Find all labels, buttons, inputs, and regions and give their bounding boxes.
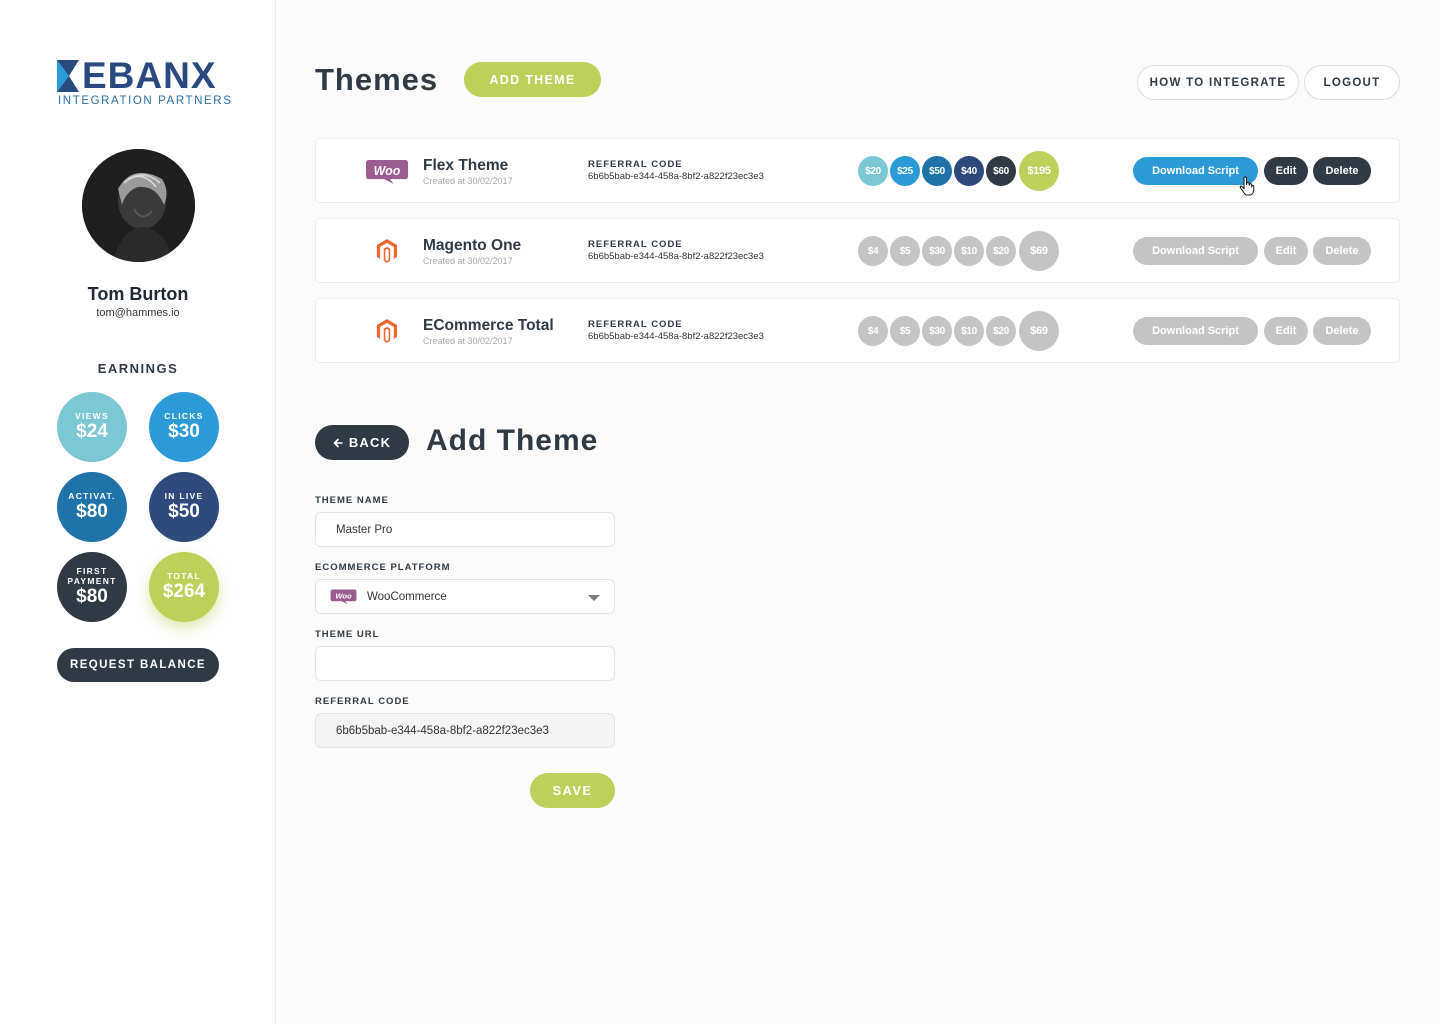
theme-card: ECommerce Total Created at 30/02/2017 RE… <box>315 298 1400 363</box>
ebanx-logo-mark-icon <box>57 60 79 92</box>
earning-clicks: CLICKS $30 <box>149 392 219 462</box>
earning-chip: $60 <box>986 156 1016 186</box>
theme-name: Flex Theme <box>423 157 509 174</box>
download-script-button[interactable]: Download Script <box>1133 237 1258 265</box>
logout-button[interactable]: LOGOUT <box>1304 65 1400 100</box>
earning-chip: $30 <box>922 316 952 346</box>
theme-name: Magento One <box>423 237 522 254</box>
add-theme-button[interactable]: ADD THEME <box>464 62 601 97</box>
theme-name-value: Master Pro <box>336 523 393 536</box>
how-to-integrate-button[interactable]: HOW TO INTEGRATE <box>1137 65 1299 100</box>
earning-first-payment: FIRST PAYMENT $80 <box>57 552 127 622</box>
save-button[interactable]: SAVE <box>530 773 615 808</box>
earning-views: VIEWS $24 <box>57 392 127 462</box>
earning-activations: ACTIVAT. $80 <box>57 472 127 542</box>
hand-cursor-icon <box>1239 176 1255 196</box>
earning-chip: $20 <box>858 156 888 186</box>
theme-card: Woo Flex Theme Created at 30/02/2017 REF… <box>315 138 1400 203</box>
earning-chip-total: $69 <box>1019 231 1059 271</box>
earning-chip: $5 <box>890 316 920 346</box>
brand-subtitle: INTEGRATION PARTNERS <box>58 95 233 107</box>
magento-icon <box>364 235 410 267</box>
download-script-button[interactable]: Download Script <box>1133 317 1258 345</box>
theme-url-input[interactable] <box>315 646 615 681</box>
platform-select[interactable]: Woo WooCommerce <box>315 579 615 614</box>
earning-chip: $40 <box>954 156 984 186</box>
earning-value: $264 <box>162 581 206 602</box>
earning-label: IN LIVE <box>164 491 204 501</box>
theme-name-label: THEME NAME <box>315 495 389 506</box>
svg-text:Woo: Woo <box>335 592 352 601</box>
earning-value: $50 <box>168 501 200 522</box>
theme-url-label: THEME URL <box>315 629 380 640</box>
earning-chip: $10 <box>954 316 984 346</box>
sidebar: EBANX INTEGRATION PARTNERS Tom Burton to… <box>0 0 276 1024</box>
referral-code-label: REFERRAL CODE <box>588 239 683 250</box>
magento-icon <box>364 315 410 347</box>
referral-code-value: 6b6b5bab-e344-458a-8bf2-a822f23ec3e3 <box>588 331 764 342</box>
theme-name: ECommerce Total <box>423 317 554 334</box>
earning-chip: $20 <box>986 236 1016 266</box>
delete-button[interactable]: Delete <box>1313 157 1371 185</box>
earning-chip: $10 <box>954 236 984 266</box>
earning-chip: $25 <box>890 156 920 186</box>
referral-code-label: REFERRAL CODE <box>588 159 683 170</box>
ebanx-logo[interactable]: EBANX INTEGRATION PARTNERS <box>57 55 231 108</box>
delete-button[interactable]: Delete <box>1313 317 1371 345</box>
earning-chip: $20 <box>986 316 1016 346</box>
earning-label: TOTAL <box>166 571 202 581</box>
page-title: Themes <box>315 62 439 97</box>
earning-label: CLICKS <box>164 411 204 421</box>
referral-code-value: 6b6b5bab-e344-458a-8bf2-a822f23ec3e3 <box>336 724 549 737</box>
avatar[interactable] <box>82 149 195 262</box>
delete-button[interactable]: Delete <box>1313 237 1371 265</box>
earnings-title: EARNINGS <box>97 361 179 376</box>
earning-label: VIEWS <box>75 411 109 421</box>
referral-code-value: 6b6b5bab-e344-458a-8bf2-a822f23ec3e3 <box>588 251 764 262</box>
edit-button[interactable]: Edit <box>1264 317 1308 345</box>
request-balance-button[interactable]: REQUEST BALANCE <box>57 648 219 682</box>
earning-in-live: IN LIVE $50 <box>149 472 219 542</box>
user-portrait-icon <box>82 149 195 262</box>
earning-chip: $30 <box>922 236 952 266</box>
earning-value: $24 <box>76 421 108 442</box>
earning-chip: $4 <box>858 236 888 266</box>
earning-label: FIRST PAYMENT <box>67 566 117 586</box>
edit-button[interactable]: Edit <box>1264 237 1308 265</box>
theme-card: Magento One Created at 30/02/2017 REFERR… <box>315 218 1400 283</box>
theme-name-input[interactable]: Master Pro <box>315 512 615 547</box>
earning-value: $80 <box>76 586 108 607</box>
svg-text:Woo: Woo <box>374 163 401 177</box>
earning-value: $30 <box>168 421 200 442</box>
earning-chip-total: $195 <box>1019 151 1059 191</box>
earning-total: TOTAL $264 <box>149 552 219 622</box>
chevron-down-icon <box>588 595 600 601</box>
theme-created-date: Created at 30/02/2017 <box>423 336 513 346</box>
user-email: tom@hammes.io <box>96 307 180 319</box>
earning-value: $80 <box>76 501 108 522</box>
earning-chip: $5 <box>890 236 920 266</box>
referral-code-input[interactable]: 6b6b5bab-e344-458a-8bf2-a822f23ec3e3 <box>315 713 615 748</box>
theme-created-date: Created at 30/02/2017 <box>423 176 513 186</box>
back-label: BACK <box>348 435 392 450</box>
referral-code-label: REFERRAL CODE <box>588 319 683 330</box>
platform-label: ECOMMERCE PLATFORM <box>315 562 451 573</box>
arrow-left-icon <box>333 438 343 447</box>
earning-label: ACTIVAT. <box>68 491 116 501</box>
woocommerce-icon: Woo <box>330 588 358 606</box>
referral-code-value: 6b6b5bab-e344-458a-8bf2-a822f23ec3e3 <box>588 171 764 182</box>
theme-created-date: Created at 30/02/2017 <box>423 256 513 266</box>
earning-chip: $4 <box>858 316 888 346</box>
referral-code-label: REFERRAL CODE <box>315 696 410 707</box>
woocommerce-icon: Woo <box>364 155 410 187</box>
platform-value: WooCommerce <box>367 590 447 603</box>
back-button[interactable]: BACK <box>315 425 409 460</box>
earning-chip-total: $69 <box>1019 311 1059 351</box>
brand-name: EBANX <box>82 55 217 96</box>
earning-chip: $50 <box>922 156 952 186</box>
user-name: Tom Burton <box>87 284 189 304</box>
edit-button[interactable]: Edit <box>1264 157 1308 185</box>
form-title: Add Theme <box>426 424 599 457</box>
